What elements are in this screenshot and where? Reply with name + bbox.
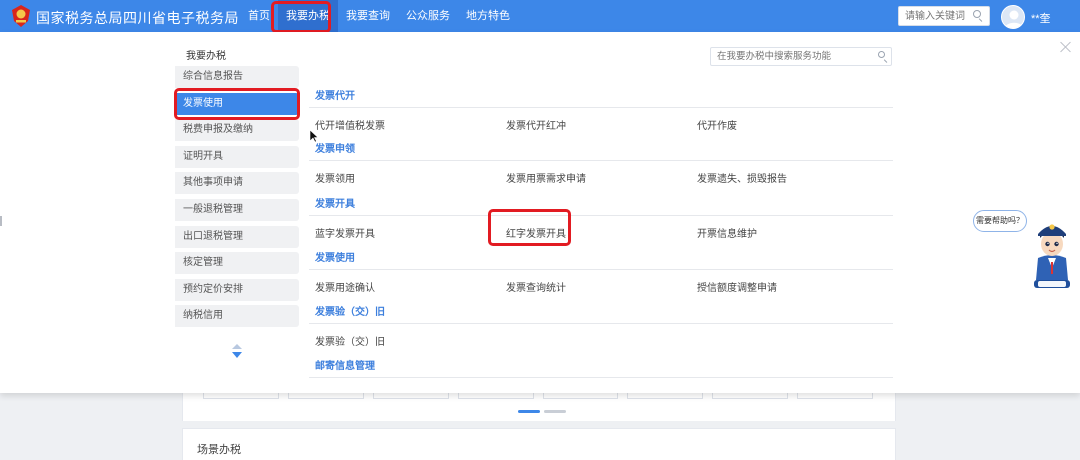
nav-highlight-box [271, 1, 331, 33]
service-link[interactable]: 蓝字发票开具 [315, 225, 375, 240]
site-title[interactable]: 国家税务总局四川省电子税务局 [36, 8, 239, 28]
carousel-dot[interactable] [544, 410, 566, 413]
service-link[interactable]: 发票查询统计 [506, 279, 566, 294]
nav-local-feature[interactable]: 地方特色 [458, 0, 518, 32]
section-title: 发票验（交）旧 [315, 307, 385, 318]
section-mailing-info: 邮寄信息管理 [309, 360, 893, 378]
section-title: 发票申领 [315, 144, 355, 155]
section-invoice-verify: 发票验（交）旧 发票验（交）旧 [309, 306, 893, 348]
section-title: 发票代开 [315, 91, 355, 102]
service-link[interactable]: 发票用票需求申请 [506, 170, 586, 185]
service-link[interactable]: 发票代开红冲 [506, 117, 566, 132]
tax-assistant-mascot-icon[interactable] [1030, 218, 1074, 290]
section-divider [309, 377, 893, 378]
scenario-card: 场景办税 [182, 428, 896, 460]
menu-item-tax-credit[interactable]: 纳税信用 [175, 305, 299, 328]
service-tile[interactable] [203, 393, 279, 399]
section-invoice-agency: 发票代开 代开增值税发票 发票代开红冲 代开作废 [309, 90, 893, 132]
nav-public-service[interactable]: 公众服务 [398, 0, 458, 32]
service-link[interactable]: 发票验（交）旧 [315, 333, 385, 348]
top-header: 国家税务总局四川省电子税务局 首页 我要办税 我要查询 公众服务 地方特色 **… [0, 0, 1080, 33]
menu-search-box [710, 47, 892, 66]
service-card [182, 393, 896, 421]
menu-sidebar-title: 我要办税 [186, 51, 226, 62]
menu-search-input[interactable] [711, 48, 875, 65]
user-icon [1005, 10, 1023, 28]
service-tile[interactable] [797, 393, 873, 399]
service-link[interactable]: 发票遗失、损毁报告 [697, 170, 787, 185]
service-tile[interactable] [287, 393, 364, 399]
section-invoice-usage: 发票使用 发票用途确认 发票查询统计 授信额度调整申请 [309, 252, 893, 294]
menu-item-export-refund[interactable]: 出口退税管理 [175, 225, 299, 248]
service-link[interactable]: 授信额度调整申请 [697, 279, 777, 294]
menu-sidebar: 我要办税 综合信息报告 发票使用 税费申报及缴纳 证明开具 其他事项申请 一般退… [175, 32, 299, 393]
section-title: 发票使用 [315, 253, 355, 264]
header-search-box [898, 6, 990, 26]
service-link[interactable]: 开票信息维护 [697, 225, 757, 240]
service-tile[interactable] [627, 393, 704, 399]
panel-edge-marker [0, 216, 2, 226]
section-invoice-issue: 发票开具 蓝字发票开具 红字发票开具 开票信息维护 [309, 198, 893, 240]
section-title: 邮寄信息管理 [315, 361, 375, 372]
search-icon[interactable] [969, 7, 985, 25]
nav-query[interactable]: 我要查询 [338, 0, 398, 32]
user-avatar[interactable] [1001, 5, 1025, 29]
service-link[interactable]: 发票领用 [315, 170, 355, 185]
scroll-arrows-icon[interactable] [231, 343, 243, 359]
service-link[interactable]: 代开增值税发票 [315, 117, 385, 132]
service-tile[interactable] [372, 393, 449, 399]
tax-menu-panel: 我要办税 综合信息报告 发票使用 税费申报及缴纳 证明开具 其他事项申请 一般退… [0, 32, 1080, 393]
menu-item-other-application[interactable]: 其他事项申请 [175, 172, 299, 195]
service-tiles [203, 393, 873, 399]
menu-content: 发票代开 代开增值税发票 发票代开红冲 代开作废 发票申领 发票领用 发票用票需… [309, 32, 893, 393]
carousel-dot-active[interactable] [518, 410, 540, 413]
service-tile[interactable] [457, 393, 534, 399]
service-tile[interactable] [712, 393, 789, 399]
service-tile[interactable] [542, 393, 619, 399]
section-title: 发票开具 [315, 199, 355, 210]
search-icon[interactable] [875, 48, 891, 65]
section-invoice-apply: 发票申领 发票领用 发票用票需求申请 发票遗失、损毁报告 [309, 143, 893, 185]
menu-item-certificate[interactable]: 证明开具 [175, 145, 299, 168]
menu-item-tax-declaration[interactable]: 税费申报及缴纳 [175, 119, 299, 142]
help-bubble[interactable]: 需要帮助吗？ [973, 210, 1027, 232]
service-link[interactable]: 发票用途确认 [315, 279, 375, 294]
tax-emblem-icon [12, 5, 30, 27]
menu-item-assessment[interactable]: 核定管理 [175, 252, 299, 275]
close-icon[interactable] [1060, 41, 1072, 53]
user-name[interactable]: **奎 [1031, 10, 1051, 26]
menu-item-general-refund[interactable]: 一般退税管理 [175, 198, 299, 221]
menu-item-comprehensive-report[interactable]: 综合信息报告 [175, 66, 299, 88]
menu-highlight-box [174, 88, 300, 120]
item-highlight-box [488, 209, 571, 246]
header-search-input[interactable] [899, 7, 969, 25]
menu-item-advance-pricing[interactable]: 预约定价安排 [175, 278, 299, 301]
service-link[interactable]: 代开作废 [697, 117, 737, 132]
mouse-cursor-icon [309, 129, 319, 143]
scenario-card-title: 场景办税 [197, 444, 241, 456]
